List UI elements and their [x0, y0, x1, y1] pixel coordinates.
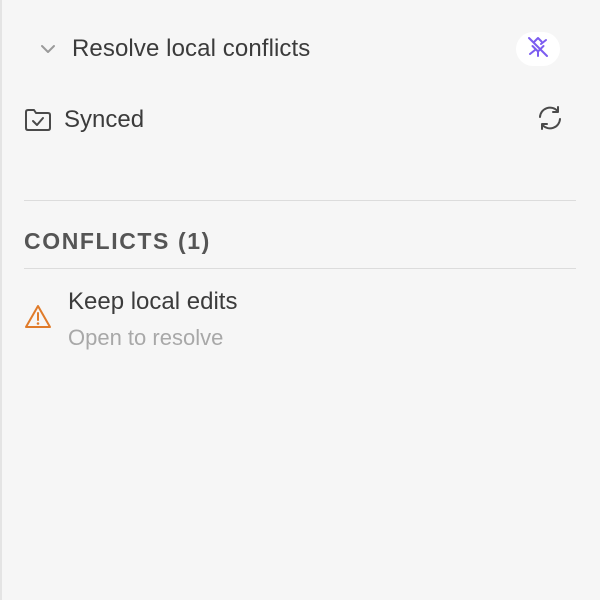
conflict-item-subtitle: Open to resolve: [68, 325, 224, 350]
panel-header: Resolve local conflicts: [24, 28, 564, 70]
refresh-icon: [536, 104, 564, 137]
refresh-button[interactable]: [534, 104, 566, 136]
warning-icon: [24, 303, 52, 331]
divider: [24, 268, 576, 269]
panel-title: Resolve local conflicts: [72, 35, 311, 62]
chevron-down-icon[interactable]: [36, 37, 60, 61]
conflict-item-title: Keep local edits: [68, 288, 238, 315]
folder-check-icon: [24, 106, 52, 134]
plugin-button[interactable]: [516, 32, 560, 66]
conflicts-panel: Resolve local conflicts Synced CONFLICTS…: [0, 0, 600, 600]
plugin-icon: [525, 34, 551, 65]
sync-status-row: Synced: [24, 100, 576, 140]
conflict-item[interactable]: Keep local edits Open to resolve: [24, 286, 576, 356]
divider: [24, 200, 576, 201]
conflicts-section-title: CONFLICTS (1): [24, 228, 211, 254]
sync-status-label: Synced: [64, 106, 145, 133]
